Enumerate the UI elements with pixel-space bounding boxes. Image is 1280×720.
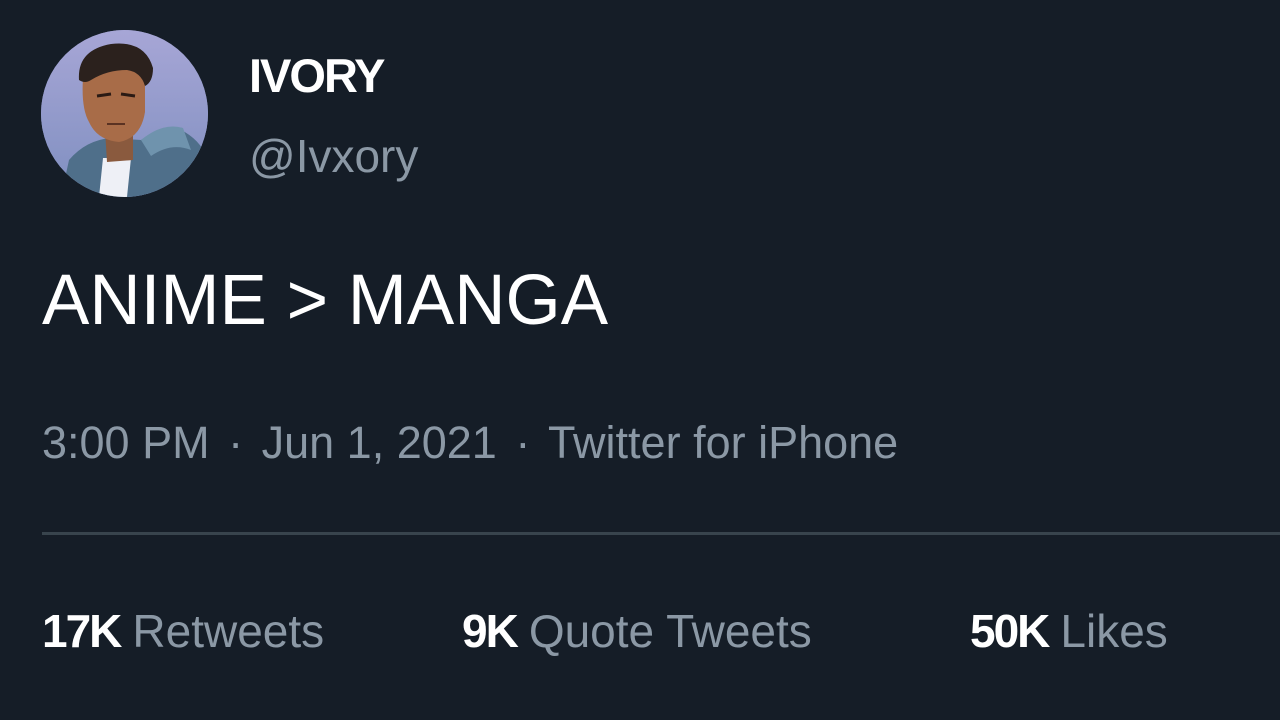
quote-tweets-label: Quote Tweets	[528, 605, 812, 657]
likes-label: Likes	[1060, 605, 1168, 657]
tweet-card: IVORY @Ivxory ANIME > MANGA 3:00 PM · Ju…	[0, 0, 1280, 720]
tweet-meta: 3:00 PM · Jun 1, 2021 · Twitter for iPho…	[42, 420, 898, 465]
retweets-count: 17K	[42, 605, 122, 657]
tweet-time[interactable]: 3:00 PM	[42, 417, 210, 468]
retweets-label: Retweets	[132, 605, 325, 657]
likes-count: 50K	[970, 605, 1050, 657]
quote-tweets-stat[interactable]: 9K Quote Tweets	[462, 608, 970, 654]
divider	[42, 532, 1280, 535]
likes-stat[interactable]: 50K Likes	[970, 608, 1168, 654]
tweet-date[interactable]: Jun 1, 2021	[262, 417, 497, 468]
avatar[interactable]	[41, 30, 208, 197]
quote-tweets-count: 9K	[462, 605, 519, 657]
meta-separator: ·	[515, 417, 531, 468]
tweet-text: ANIME > MANGA	[42, 261, 609, 340]
tweet-stats: 17K Retweets 9K Quote Tweets 50K Likes	[42, 608, 1168, 654]
profile-avatar-icon	[41, 30, 208, 197]
author-handle[interactable]: @Ivxory	[249, 133, 418, 179]
retweets-stat[interactable]: 17K Retweets	[42, 608, 462, 654]
meta-separator: ·	[228, 417, 244, 468]
tweet-source[interactable]: Twitter for iPhone	[548, 417, 898, 468]
author-display-name[interactable]: IVORY	[249, 52, 386, 99]
